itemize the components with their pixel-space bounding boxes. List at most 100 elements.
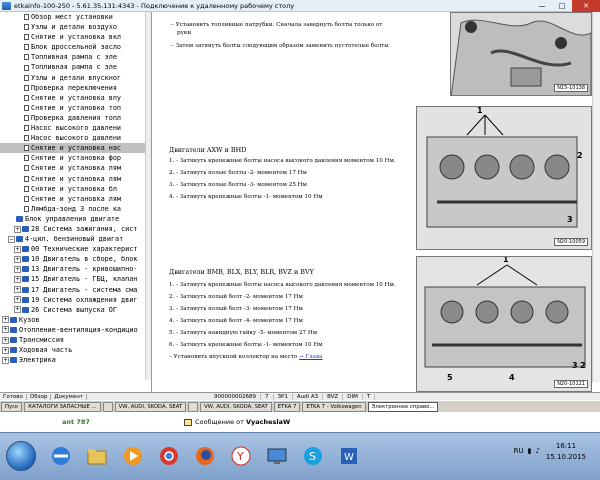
remote-desktop-taskbar-icon[interactable] — [260, 439, 294, 473]
step-line: 1. - Затянуть крепежные болты насоса выс… — [169, 158, 396, 164]
tree-item[interactable]: Снятие и установка топ — [0, 103, 151, 113]
tree-item[interactable]: +19 Система охлаждения двиг — [0, 295, 151, 305]
tree-item[interactable]: Снятие и установка фор — [0, 153, 151, 163]
tree-item[interactable]: +15 Двигатель - ГБЦ, клапан — [0, 274, 151, 284]
tree-item[interactable]: + Трансмиссия — [0, 335, 151, 345]
remote-taskbar-button[interactable] — [102, 401, 113, 412]
word-icon[interactable]: W — [332, 439, 366, 473]
tree-item[interactable]: Проверка давления топл — [0, 113, 151, 123]
expand-icon[interactable]: + — [2, 336, 9, 344]
tree-item-label: Снятие и установка фор — [31, 154, 122, 163]
tree-item[interactable]: +00 Технические характерист — [0, 244, 151, 254]
window-title: etkainfo-100-250 - 5.61.35.131:4343 - По… — [14, 1, 295, 10]
remote-taskbar-button[interactable]: VW, AUDI, SKODA, SEAT — [200, 401, 272, 412]
volume-icon[interactable]: ♪ — [536, 447, 540, 455]
start-button[interactable] — [6, 441, 36, 471]
status-model: Audi А3 — [293, 393, 324, 400]
expand-icon[interactable]: + — [2, 326, 9, 334]
section-heading-bmb: Двигатели BMB, BLX, BLY, BLR, BVZ и BVY — [169, 268, 314, 276]
tree-item[interactable]: + Электрика — [0, 355, 151, 365]
book-icon — [22, 306, 29, 313]
document-icon — [24, 104, 29, 111]
tree-item[interactable]: Обзор мест установки — [0, 12, 151, 22]
tree-item[interactable]: Снятие и установка бл — [0, 184, 151, 194]
document-scrollbar[interactable] — [592, 12, 600, 382]
tree-item[interactable]: Снятие и установка нас — [0, 143, 151, 154]
tree-item[interactable]: Снятие и установка лям — [0, 174, 151, 184]
tree-item[interactable]: Насос высокого давлени — [0, 133, 151, 143]
remote-taskbar-button[interactable]: VW, AUDI, SKODA, SEAT — [114, 401, 187, 412]
explorer-folder-icon[interactable] — [80, 439, 114, 473]
skype-icon[interactable]: S — [296, 439, 330, 473]
tree-item[interactable]: + Кузов — [0, 315, 151, 325]
tree-item[interactable]: +13 Двигатель - кривошипно- — [0, 264, 151, 274]
maximize-button[interactable]: □ — [552, 0, 572, 12]
chrome-icon[interactable] — [152, 439, 186, 473]
expand-icon[interactable]: + — [14, 296, 21, 304]
tree-item[interactable]: − 4-цил. бензиновый двигат — [0, 234, 151, 244]
minimize-button[interactable]: — — [532, 0, 552, 12]
tree-item-label: Снятие и установка лям — [31, 164, 122, 173]
remote-start-button[interactable]: Пуск — [1, 401, 23, 412]
system-tray[interactable]: RU ▮ ♪ — [514, 447, 540, 455]
firefox-icon[interactable] — [188, 439, 222, 473]
expand-icon[interactable]: + — [2, 346, 9, 354]
expand-icon[interactable]: + — [14, 245, 21, 253]
remote-taskbar-button[interactable] — [188, 401, 199, 412]
network-icon[interactable]: ▮ — [528, 447, 532, 455]
language-indicator[interactable]: RU — [514, 447, 524, 455]
tree-item[interactable]: Проверка переключения — [0, 83, 151, 93]
tree-item[interactable]: Снятие и установка лям — [0, 194, 151, 204]
tab-document[interactable]: Документ — [51, 393, 87, 400]
tree-item[interactable]: Топливная рампа с эле — [0, 52, 151, 62]
tree-item[interactable]: Снятие и установка вкл — [0, 32, 151, 42]
yandex-browser-icon[interactable]: Y — [224, 439, 258, 473]
remote-taskbar-button[interactable]: Электронное справо... — [367, 401, 439, 412]
expand-icon[interactable]: + — [14, 225, 21, 233]
document-icon — [24, 24, 29, 31]
expand-icon[interactable]: + — [14, 265, 21, 273]
tree-item[interactable]: Насос высокого давлени — [0, 123, 151, 133]
tree-item[interactable]: Снятие и установка впу — [0, 93, 151, 103]
tree-item[interactable]: Узлы и детали впускног — [0, 73, 151, 83]
rdp-title-bar[interactable]: etkainfo-100-250 - 5.61.35.131:4343 - По… — [0, 0, 600, 12]
chat-contact[interactable]: ant 787 — [62, 418, 90, 426]
tree-item[interactable]: Снятие и установка лям — [0, 163, 151, 173]
tree-scrollbar[interactable] — [145, 12, 151, 380]
book-icon — [10, 337, 17, 344]
internet-explorer-icon[interactable] — [44, 439, 78, 473]
tree-item[interactable]: + Отопление-вентиляция-кондицио — [0, 325, 151, 335]
tree-item[interactable]: Лямбда-зонд 3 после ка — [0, 204, 151, 214]
collapse-icon[interactable]: − — [8, 235, 15, 243]
expand-icon[interactable]: + — [14, 275, 21, 283]
navigation-tree[interactable]: Обзор мест установки Узлы и детали воздух… — [0, 12, 152, 392]
remote-taskbar-button[interactable]: ETKA 7 — [273, 401, 301, 412]
tree-item[interactable]: +10 Двигатель в сборе, блок — [0, 254, 151, 264]
expand-icon[interactable]: + — [2, 316, 9, 324]
tree-item[interactable]: +28 Система зажигания, сист — [0, 224, 151, 234]
tree-item[interactable]: + Ходовая часть — [0, 345, 151, 355]
media-player-icon[interactable] — [116, 439, 150, 473]
tree-item[interactable]: +17 Двигатель - система сма — [0, 285, 151, 295]
expand-icon[interactable]: + — [2, 356, 9, 364]
tree-status: Готово — [0, 393, 27, 400]
tree-item[interactable]: +26 Система выпуска ОГ — [0, 305, 151, 315]
doc-line: – Затем затянуть болты следующим образом… — [171, 43, 389, 49]
remote-taskbar-button[interactable]: КАТАЛОГИ ЗАПАСНЫЕ ... — [24, 401, 101, 412]
taskbar-clock[interactable]: 16:11 15.10.2015 — [546, 441, 586, 463]
tree-item-label: Снятие и установка впу — [31, 93, 122, 102]
expand-icon[interactable]: + — [14, 306, 21, 314]
close-button[interactable]: ✕ — [572, 0, 600, 12]
book-icon — [22, 276, 29, 283]
document-view[interactable]: – Установить топливные патрубки. Сначала… — [153, 12, 600, 392]
tree-item[interactable]: Узлы и детали воздухо — [0, 22, 151, 32]
tree-item[interactable]: Блок дроссельной засло — [0, 42, 151, 52]
message-notification[interactable]: Сообщение от VyacheslaW — [184, 418, 290, 426]
tree-item[interactable]: Топливная рампа с эле — [0, 62, 151, 72]
tree-item[interactable]: Блок управления двигате — [0, 214, 151, 224]
expand-icon[interactable]: + — [14, 286, 21, 294]
chapter-link[interactable]: → Глава — [299, 354, 323, 360]
tab-overview[interactable]: Обзор — [27, 393, 52, 400]
expand-icon[interactable]: + — [14, 255, 21, 263]
remote-taskbar-button[interactable]: ETKA 7 - Volkswagen — [302, 401, 366, 412]
